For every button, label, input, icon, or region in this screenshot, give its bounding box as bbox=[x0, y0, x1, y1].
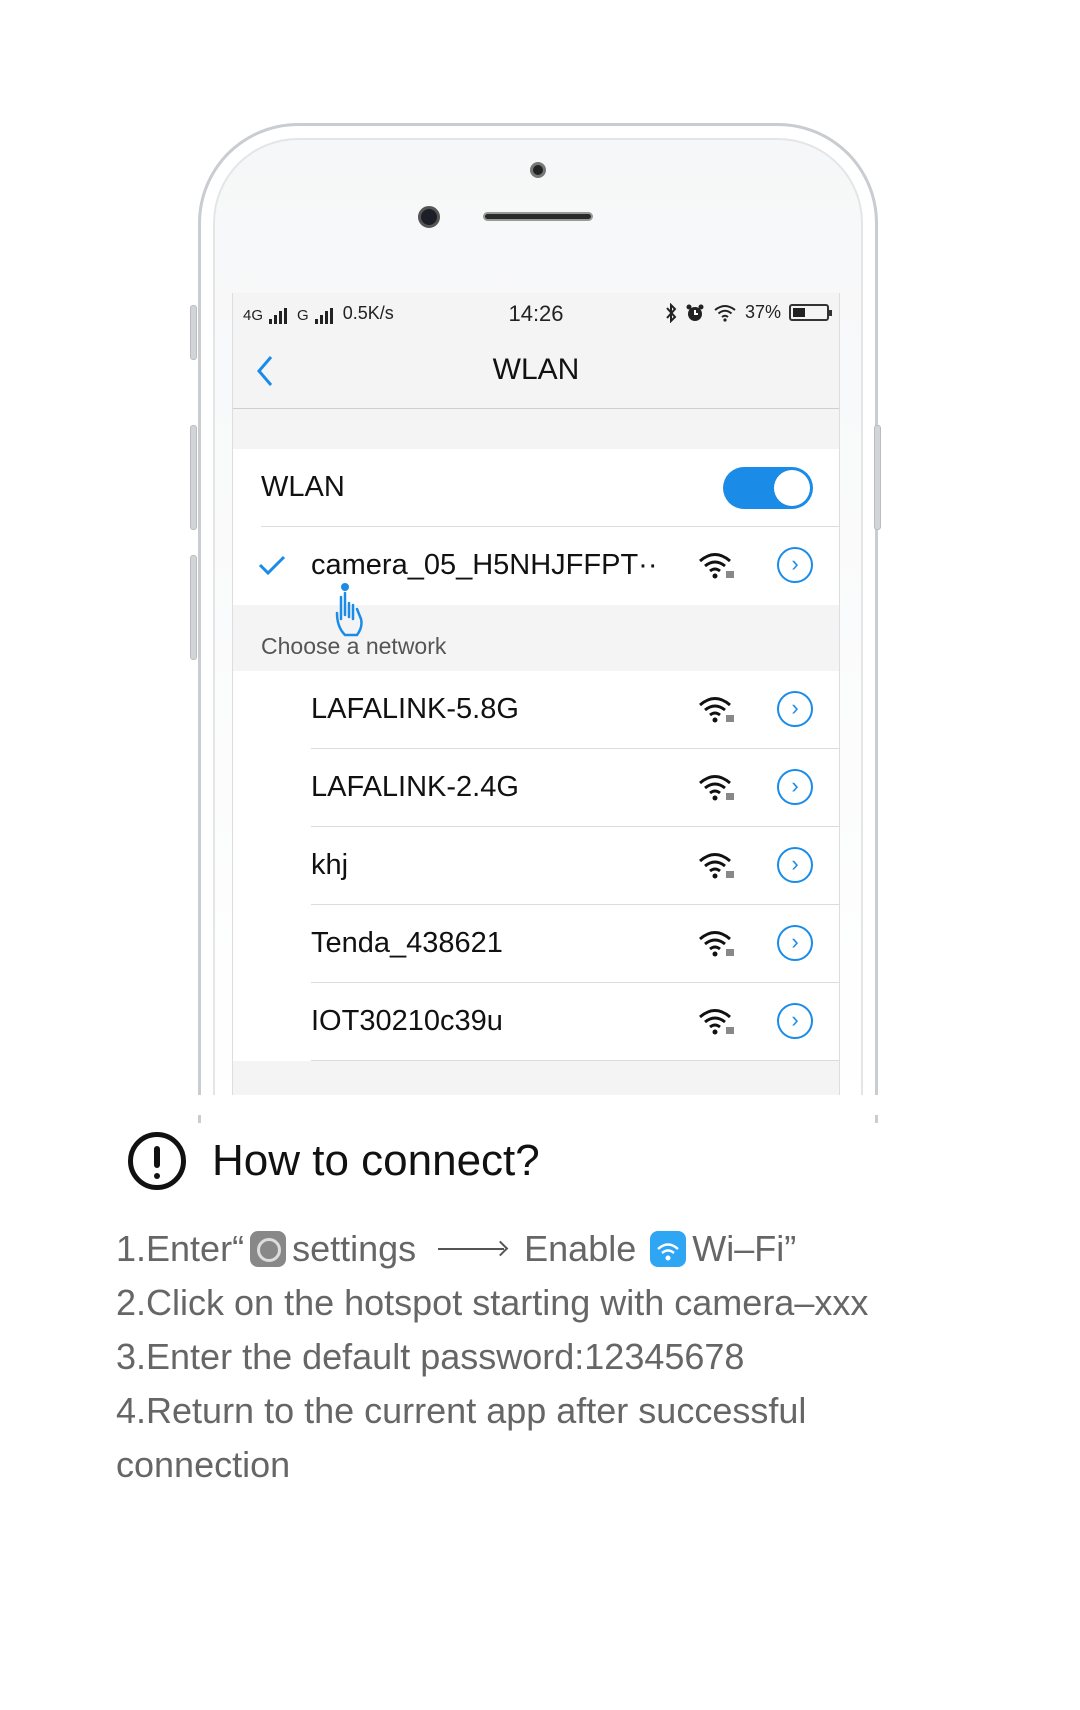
network-name: khj bbox=[311, 849, 349, 881]
battery-percent: 37% bbox=[744, 302, 781, 322]
wifi-lock-icon bbox=[699, 1009, 734, 1035]
phone-mute-switch bbox=[190, 305, 197, 360]
network-info-button[interactable]: › bbox=[777, 547, 813, 583]
checkmark-icon bbox=[258, 555, 286, 576]
step-1: 1.Enter“ settings Enable Wi–Fi” bbox=[116, 1222, 1016, 1276]
phone-volume-up bbox=[190, 425, 197, 530]
arrow-right-icon bbox=[438, 1248, 505, 1250]
step-2: 2.Click on the hotspot starting with cam… bbox=[116, 1282, 869, 1323]
bluetooth-icon bbox=[666, 302, 677, 323]
instruction-steps: 1.Enter“ settings Enable Wi–Fi” 2.Click … bbox=[116, 1222, 1016, 1492]
wifi-app-icon bbox=[650, 1231, 687, 1267]
wlan-toggle-row: WLAN bbox=[233, 449, 839, 527]
list-item[interactable]: khj › bbox=[233, 827, 839, 905]
network-info-button[interactable]: › bbox=[777, 847, 813, 883]
wifi-lock-icon bbox=[699, 853, 734, 879]
network-name: LAFALINK-2.4G bbox=[311, 771, 519, 803]
nav-bar: WLAN bbox=[233, 333, 839, 409]
front-camera bbox=[418, 206, 440, 228]
wifi-lock-icon bbox=[699, 931, 734, 957]
step-1-prefix: 1.Enter“ bbox=[116, 1228, 245, 1269]
wlan-group: WLAN camera_05_H5NHJFFPT·· › bbox=[233, 449, 839, 605]
how-to-title: How to connect? bbox=[212, 1136, 540, 1185]
network-info-button[interactable]: › bbox=[777, 691, 813, 727]
status-right: 37% bbox=[665, 302, 832, 323]
step-4-continued: connection bbox=[116, 1444, 291, 1485]
phone-power-button bbox=[874, 425, 881, 530]
phone-crop-mask bbox=[0, 1095, 1080, 1115]
list-item[interactable]: Tenda_438621 › bbox=[233, 905, 839, 983]
network-name: Tenda_438621 bbox=[311, 927, 503, 959]
network-info-button[interactable]: › bbox=[777, 925, 813, 961]
connected-network-name: camera_05_H5NHJFFPT·· bbox=[311, 549, 658, 581]
list-item[interactable]: LAFALINK-2.4G › bbox=[233, 749, 839, 827]
alarm-icon bbox=[686, 304, 704, 321]
exclamation-circle-icon bbox=[128, 1132, 186, 1190]
step-1-settings: settings bbox=[292, 1228, 417, 1269]
earpiece-speaker bbox=[483, 212, 593, 221]
settings-app-icon bbox=[250, 1231, 287, 1267]
wlan-label: WLAN bbox=[261, 471, 345, 503]
page-title: WLAN bbox=[492, 353, 580, 386]
divider bbox=[311, 1060, 839, 1061]
step-1-wifi: Wi–Fi” bbox=[692, 1228, 797, 1269]
step-4: 4.Return to the current app after succes… bbox=[116, 1390, 807, 1431]
network-name: LAFALINK-5.8G bbox=[311, 693, 519, 725]
network-list: LAFALINK-5.8G › LAFALINK-2.4G › khj › Te… bbox=[233, 671, 839, 1061]
wifi-lock-icon bbox=[699, 553, 734, 579]
wlan-toggle[interactable] bbox=[723, 467, 813, 509]
connected-network-row[interactable]: camera_05_H5NHJFFPT·· › bbox=[233, 527, 839, 605]
network-info-button[interactable]: › bbox=[777, 1003, 813, 1039]
how-to-heading: How to connect? bbox=[128, 1132, 540, 1190]
list-item[interactable]: LAFALINK-5.8G › bbox=[233, 671, 839, 749]
network-info-button[interactable]: › bbox=[777, 769, 813, 805]
battery-fill bbox=[793, 308, 805, 317]
phone-volume-down bbox=[190, 555, 197, 660]
proximity-sensor bbox=[530, 162, 546, 178]
list-item[interactable]: IOT30210c39u › bbox=[233, 983, 839, 1061]
choose-network-heading: Choose a network bbox=[261, 633, 447, 659]
battery-icon bbox=[789, 304, 832, 321]
phone-screen: 4G G 0.5K/s 14:26 37% WLAN WLAN camera_0… bbox=[232, 293, 840, 1110]
status-bar: 4G G 0.5K/s 14:26 37% bbox=[233, 293, 839, 333]
step-3: 3.Enter the default password:12345678 bbox=[116, 1336, 745, 1377]
network-name: IOT30210c39u bbox=[311, 1005, 503, 1037]
wifi-lock-icon bbox=[699, 697, 734, 723]
wifi-lock-icon bbox=[699, 775, 734, 801]
wifi-status-icon bbox=[714, 304, 736, 322]
step-1-enable: Enable bbox=[524, 1228, 637, 1269]
